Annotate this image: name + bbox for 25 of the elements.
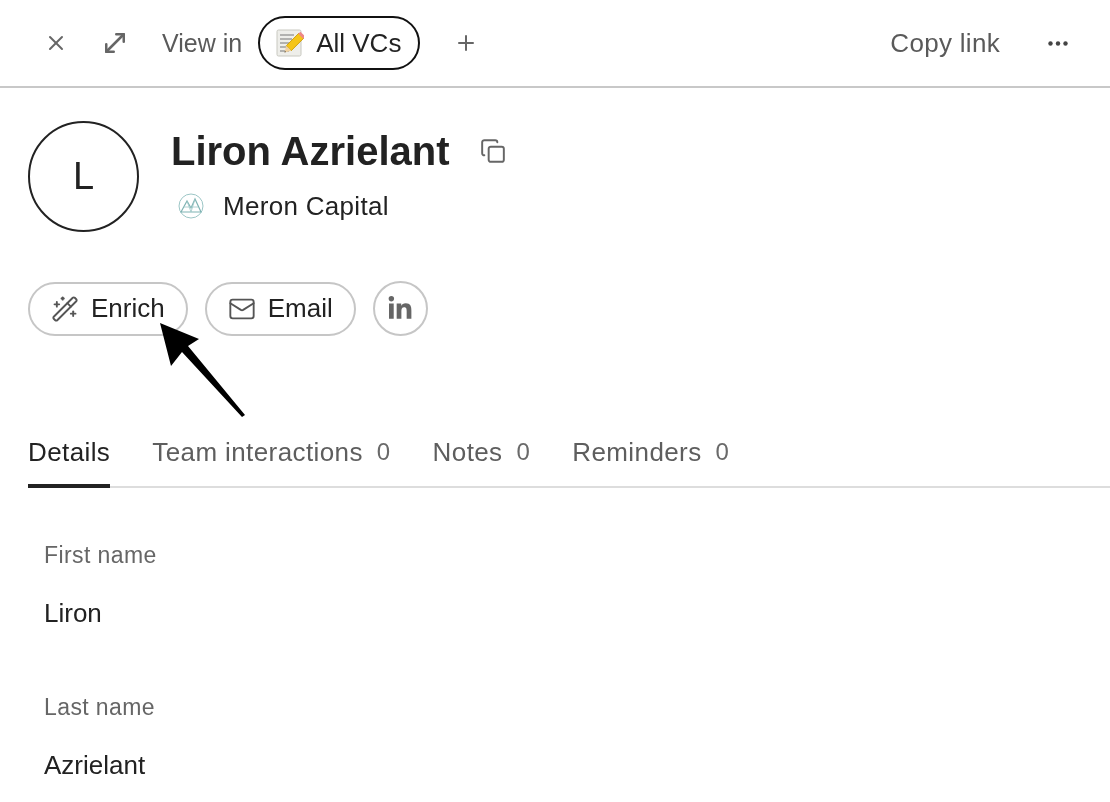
contact-name: Liron Azrielant — [171, 128, 450, 175]
magic-wand-icon — [51, 294, 79, 323]
copy-link-button[interactable]: Copy link — [890, 27, 1000, 59]
view-in-label: View in — [162, 28, 243, 58]
company-logo-icon — [178, 193, 204, 219]
copy-name-button[interactable] — [479, 138, 506, 164]
avatar: L — [28, 121, 139, 232]
field-value: Azrielant — [44, 749, 146, 781]
tab[interactable]: Reminders 0 — [572, 436, 730, 488]
enrich-button[interactable]: Enrich — [28, 281, 188, 336]
linkedin-button[interactable] — [372, 281, 428, 336]
linkedin-icon — [387, 295, 414, 322]
field-value: Liron — [44, 597, 102, 629]
memo-icon — [276, 29, 305, 57]
tab[interactable]: Notes 0 — [432, 436, 531, 488]
field-label: First name — [44, 541, 157, 569]
more-icon — [1048, 40, 1068, 46]
tab[interactable]: Team interactions 0 — [152, 436, 391, 488]
email-button[interactable]: Email — [204, 281, 356, 336]
tab[interactable]: Details — [28, 436, 111, 488]
more-button[interactable] — [1048, 40, 1068, 46]
company-name: Meron Capital — [223, 190, 389, 222]
field-label: Last name — [44, 693, 155, 721]
copy-icon — [479, 138, 506, 164]
view-pill[interactable]: All VCs — [258, 16, 421, 70]
